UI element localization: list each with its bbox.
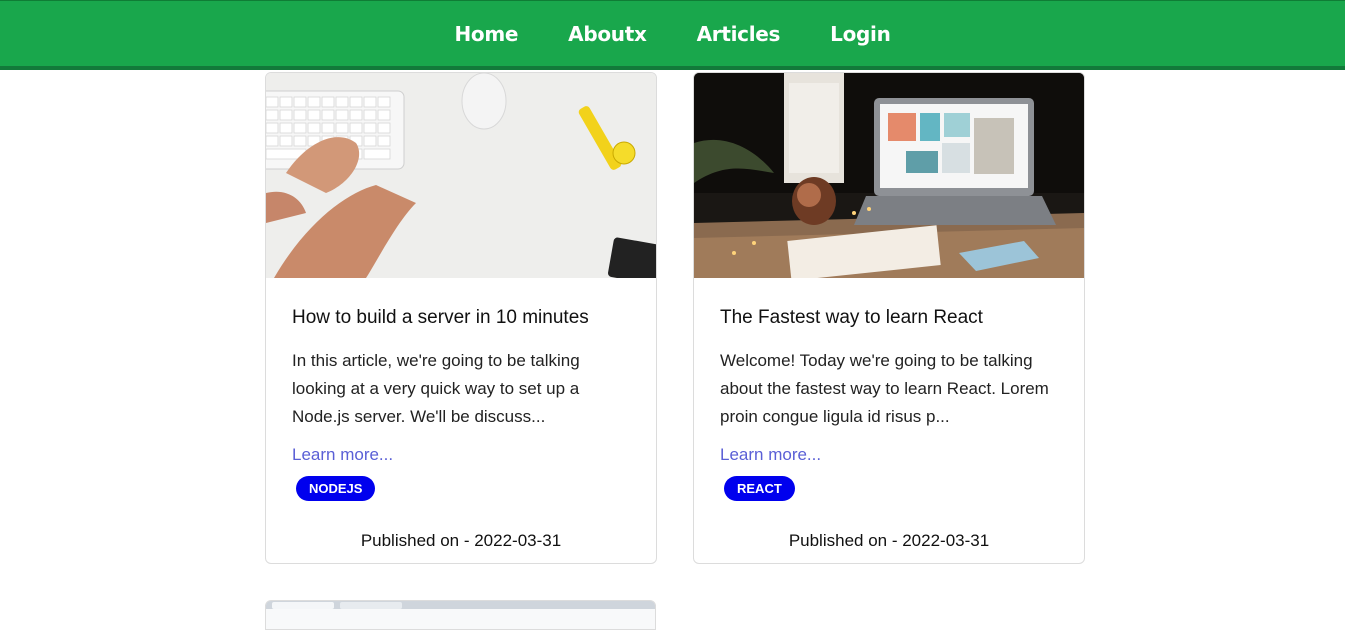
article-excerpt: Welcome! Today we're going to be talking… bbox=[720, 351, 1049, 426]
article-card: The Fastest way to learn React Welcome! … bbox=[693, 72, 1085, 564]
published-date: Published on - 2022-03-31 bbox=[788, 531, 990, 550]
nav-articles[interactable]: Articles bbox=[697, 22, 781, 46]
top-navbar: Home Aboutx Articles Login bbox=[0, 0, 1345, 70]
article-card: How to build a server in 10 minutes In t… bbox=[265, 72, 657, 564]
tag-badge[interactable]: REACT bbox=[724, 476, 795, 501]
nav-about[interactable]: Aboutx bbox=[568, 22, 647, 46]
learn-more-link[interactable]: Learn more... bbox=[720, 445, 1058, 465]
article-excerpt: In this article, we're going to be talki… bbox=[292, 351, 580, 426]
learn-more-link[interactable]: Learn more... bbox=[292, 445, 630, 465]
tag-badge[interactable]: NODEJS bbox=[296, 476, 376, 501]
nav-home[interactable]: Home bbox=[454, 22, 518, 46]
published-date: Published on - 2022-03-31 bbox=[360, 531, 562, 550]
article-image-keyboard bbox=[266, 73, 656, 278]
article-title: The Fastest way to learn React bbox=[720, 307, 983, 328]
nav-login[interactable]: Login bbox=[830, 22, 891, 46]
article-image-browser-screenshot bbox=[266, 601, 655, 629]
article-image-laptop bbox=[694, 73, 1084, 278]
article-card-partial bbox=[265, 600, 656, 630]
article-title: How to build a server in 10 minutes bbox=[292, 307, 589, 328]
